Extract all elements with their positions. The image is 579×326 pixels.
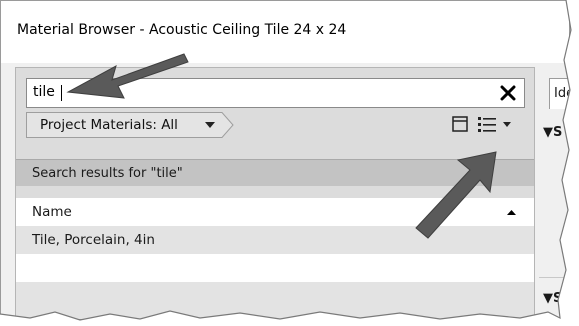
torn-edge-decoration [0,0,579,326]
